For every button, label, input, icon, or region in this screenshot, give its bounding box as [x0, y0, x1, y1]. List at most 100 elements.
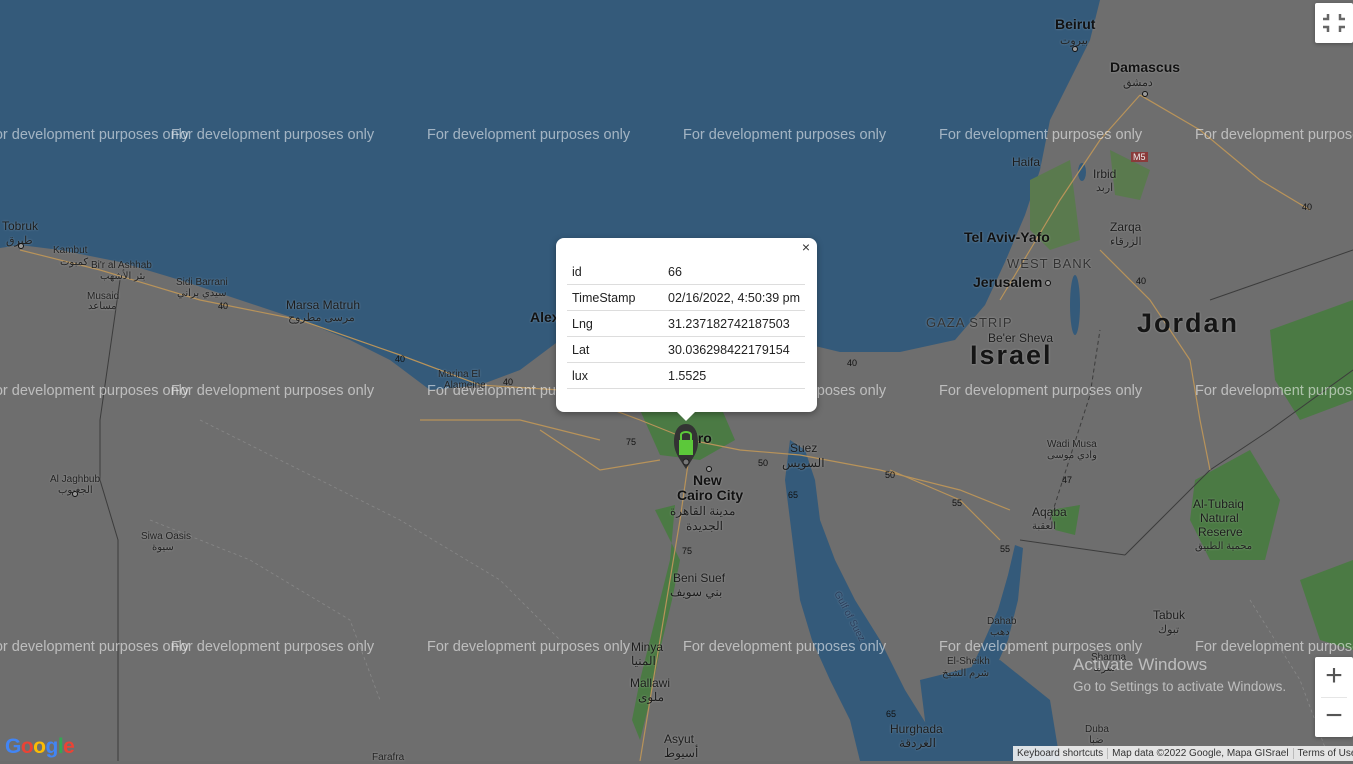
label-al-tubaiq-3: Reserve	[1198, 525, 1243, 539]
road-number: 65	[886, 709, 897, 719]
label-musaid-ar: مساعد	[88, 301, 117, 312]
label-new-cairo-2: Cairo City	[677, 487, 744, 503]
watermark-text: For development purposes only	[939, 127, 1143, 143]
watermark-text: For development purposes only	[1195, 383, 1353, 399]
label-israel: Israel	[970, 340, 1053, 370]
road-number: 50	[758, 458, 769, 468]
label-west-bank: WEST BANK	[1007, 256, 1093, 271]
city-dot	[1142, 91, 1148, 97]
fullscreen-button[interactable]	[1315, 3, 1353, 43]
watermark-text: For development purposes only	[1195, 639, 1353, 655]
watermark-text: For development purposes only	[0, 383, 190, 399]
label-beni-suef-ar: بني سويف	[670, 585, 723, 599]
label-minya: Minya	[631, 640, 664, 654]
zoom-in-button[interactable]: +	[1315, 657, 1353, 697]
close-icon[interactable]: ×	[798, 240, 814, 256]
label-al-tubaiq-2: Natural	[1200, 511, 1239, 525]
label-zarqa: Zarqa	[1110, 220, 1142, 234]
table-row: id 66	[567, 259, 806, 285]
watermark-text: For development purposes only	[427, 639, 631, 655]
road-number: 75	[682, 546, 693, 556]
label-kambut-ar: كمبوت	[60, 257, 89, 268]
map-data-text: Map data ©2022 Google, Mapa GISrael	[1107, 748, 1293, 759]
road-number: 40	[847, 358, 858, 368]
watermark-text: For development purposes only	[171, 127, 375, 143]
field-value-timestamp: 02/16/2022, 4:50:39 pm	[663, 284, 806, 311]
activate-windows-title: Activate Windows	[1073, 655, 1208, 674]
map-marker[interactable]	[673, 422, 699, 470]
label-tobruk: Tobruk	[2, 219, 39, 233]
logo-letter: o	[33, 735, 46, 758]
field-value-lat: 30.036298422179154	[663, 336, 806, 363]
watermark-text: For development purposes only	[427, 127, 631, 143]
label-beni-suef: Beni Suef	[673, 571, 726, 585]
label-aqaba: Aqaba	[1032, 505, 1067, 519]
label-jerusalem: Jerusalem	[973, 274, 1043, 290]
table-row: Lng 31.237182742187503	[567, 310, 806, 337]
label-haifa: Haifa	[1012, 155, 1041, 169]
label-bir-ashhab-ar: بئر الأشهب	[100, 271, 146, 282]
city-dot	[706, 466, 712, 472]
field-value-lux: 1.5525	[663, 362, 806, 389]
activate-windows-overlay: Activate Windows Go to Settings to activ…	[1073, 655, 1286, 694]
label-zarqa-ar: الزرقاء	[1110, 236, 1142, 248]
info-table: id 66 TimeStamp 02/16/2022, 4:50:39 pm Lng…	[567, 259, 806, 389]
label-new-cairo-ar1: مدينة القاهرة	[670, 504, 736, 518]
road-number: 40	[1302, 202, 1313, 212]
watermark-text: For development purposes only	[0, 127, 190, 143]
city-dot	[1045, 280, 1051, 286]
label-damascus: Damascus	[1110, 59, 1181, 75]
logo-letter: o	[20, 735, 34, 758]
info-window: × id 66 TimeStamp 02/16/2022, 4:50:39 pm L…	[556, 238, 817, 421]
field-value-lng: 31.237182742187503	[663, 310, 806, 337]
terms-of-use-link[interactable]: Terms of Use	[1292, 748, 1353, 759]
watermark-text: For development purposes only	[683, 127, 887, 143]
fullscreen-exit-icon	[1323, 14, 1345, 32]
city-dot	[18, 243, 24, 249]
label-minya-ar: المنيا	[631, 654, 656, 668]
road-number: 47	[1062, 475, 1073, 485]
label-marsa-matruh-ar: مرسى مطروح	[288, 312, 355, 324]
zoom-out-button[interactable]: −	[1315, 697, 1353, 737]
label-siwa-ar: سيوة	[152, 542, 174, 553]
keyboard-shortcuts-link[interactable]: Keyboard shortcuts	[1013, 748, 1107, 759]
field-key-timestamp: TimeStamp	[567, 284, 663, 311]
label-sharm-ar: شرم الشيخ	[942, 668, 990, 679]
label-tel-aviv: Tel Aviv-Yafo	[964, 229, 1050, 245]
lock-icon	[674, 424, 698, 469]
label-irbid-ar: اربد	[1096, 182, 1114, 194]
label-tabuk-ar: تبوك	[1158, 624, 1180, 636]
attribution-bar: Keyboard shortcuts Map data ©2022 Google,…	[1013, 746, 1353, 761]
road-number: 75	[626, 437, 637, 447]
road-number: 55	[952, 498, 963, 508]
label-hurghada: Hurghada	[890, 722, 943, 736]
label-suez-ar: السويس	[782, 456, 825, 470]
table-row: TimeStamp 02/16/2022, 4:50:39 pm	[567, 284, 806, 311]
label-mallawi-ar: ملوى	[638, 690, 664, 704]
label-alameine: Alameine	[444, 380, 486, 391]
label-wadi-musa-ar: وادي موسى	[1047, 450, 1097, 461]
field-key-lat: Lat	[567, 336, 663, 363]
label-irbid: Irbid	[1093, 167, 1117, 181]
road-number: 40	[503, 377, 514, 387]
watermark-text: For development purposes only	[171, 639, 375, 655]
label-suez: Suez	[790, 441, 818, 455]
road-number: 40	[395, 354, 406, 364]
label-damascus-ar: دمشق	[1123, 77, 1153, 89]
field-key-lng: Lng	[567, 310, 663, 337]
road-number: 65	[788, 490, 799, 500]
watermark-text: For development purposes only	[171, 383, 375, 399]
zoom-control: + −	[1315, 657, 1353, 737]
road-number: 50	[885, 470, 896, 480]
city-dot	[1072, 46, 1078, 52]
label-new-cairo-ar2: الجديدة	[686, 519, 723, 533]
logo-letter: e	[63, 735, 75, 758]
table-row: Lat 30.036298422179154	[567, 336, 806, 363]
label-gaza: GAZA STRIP	[926, 315, 1013, 330]
label-dahab-ar: دهب	[990, 627, 1010, 638]
label-asyut-ar: أسيوط	[664, 746, 699, 760]
label-mallawi: Mallawi	[630, 676, 671, 690]
watermark-text: For development purposes only	[939, 383, 1143, 399]
label-jordan: Jordan	[1137, 308, 1240, 338]
google-logo[interactable]: Google	[5, 735, 75, 759]
